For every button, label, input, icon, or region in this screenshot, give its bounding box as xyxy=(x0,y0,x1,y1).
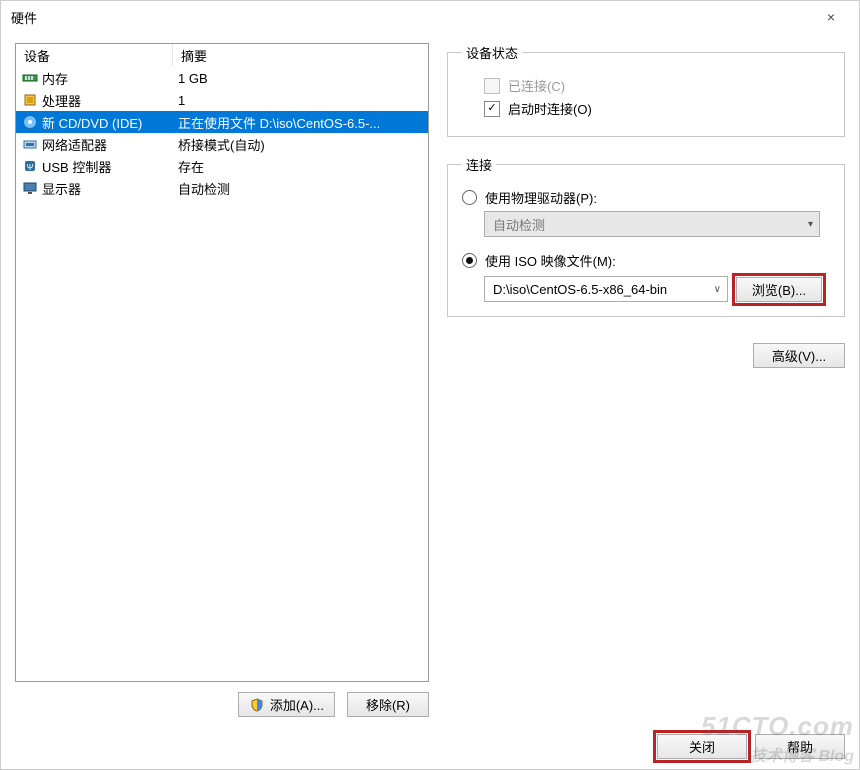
dialog-footer: 关闭 帮助 xyxy=(1,723,859,769)
device-label: 新 CD/DVD (IDE) xyxy=(42,113,142,132)
memory-icon xyxy=(22,70,38,86)
physical-drive-radio[interactable] xyxy=(462,190,477,205)
physical-drive-radio-row[interactable]: 使用物理驱动器(P): xyxy=(462,188,830,207)
device-summary: 桥接模式(自动) xyxy=(170,135,428,154)
device-list: 设备 摘要 内存 1 GB xyxy=(15,43,429,682)
device-label: 显示器 xyxy=(42,179,81,198)
hardware-settings-dialog: 硬件 × 设备 摘要 内存 1 GB xyxy=(0,0,860,770)
iso-path-select[interactable]: D:\iso\CentOS-6.5-x86_64-bin ∨ xyxy=(484,276,728,302)
connect-at-power-checkbox[interactable]: ✓ xyxy=(484,101,500,117)
device-summary: 1 GB xyxy=(170,71,428,86)
iso-radio[interactable] xyxy=(462,253,477,268)
advanced-button[interactable]: 高级(V)... xyxy=(753,343,845,368)
table-row[interactable]: 网络适配器 桥接模式(自动) xyxy=(16,133,428,155)
usb-icon: Ψ xyxy=(22,158,38,174)
display-icon xyxy=(22,180,38,196)
device-properties-pane: 设备状态 已连接(C) ✓ 启动时连接(O) 连接 使用物理驱动器(P): xyxy=(447,43,845,717)
physical-drive-value: 自动检测 xyxy=(493,215,545,234)
chevron-down-icon[interactable]: ∨ xyxy=(714,284,721,295)
connect-at-power-row[interactable]: ✓ 启动时连接(O) xyxy=(484,99,830,118)
remove-device-button[interactable]: 移除(R) xyxy=(347,692,429,717)
connection-legend: 连接 xyxy=(462,155,496,174)
device-summary: 正在使用文件 D:\iso\CentOS-6.5-... xyxy=(170,113,428,132)
header-device[interactable]: 设备 xyxy=(16,44,173,66)
remove-button-label: 移除(R) xyxy=(366,695,410,714)
connection-group: 连接 使用物理驱动器(P): 自动检测 ▾ 使用 ISO 映像文件(M): xyxy=(447,155,845,317)
list-header: 设备 摘要 xyxy=(16,44,428,67)
table-row[interactable]: 处理器 1 xyxy=(16,89,428,111)
table-row[interactable]: 显示器 自动检测 xyxy=(16,177,428,199)
iso-label: 使用 ISO 映像文件(M): xyxy=(485,251,616,270)
device-label: USB 控制器 xyxy=(42,157,111,176)
iso-path-value: D:\iso\CentOS-6.5-x86_64-bin xyxy=(493,282,667,297)
connect-at-power-label: 启动时连接(O) xyxy=(508,99,592,118)
device-list-buttons: 添加(A)... 移除(R) xyxy=(15,692,429,717)
physical-drive-select: 自动检测 ▾ xyxy=(484,211,820,237)
cpu-icon xyxy=(22,92,38,108)
add-button-label: 添加(A)... xyxy=(270,695,324,714)
shield-icon xyxy=(249,697,265,713)
content-area: 设备 摘要 内存 1 GB xyxy=(1,33,859,723)
device-label: 处理器 xyxy=(42,91,81,110)
window-title: 硬件 xyxy=(11,8,811,27)
titlebar: 硬件 × xyxy=(1,1,859,33)
help-button[interactable]: 帮助 xyxy=(755,734,845,759)
connected-checkbox xyxy=(484,78,500,94)
table-row[interactable]: Ψ USB 控制器 存在 xyxy=(16,155,428,177)
network-icon xyxy=(22,136,38,152)
device-label: 网络适配器 xyxy=(42,135,107,154)
svg-text:Ψ: Ψ xyxy=(27,163,34,172)
close-button-label: 关闭 xyxy=(689,737,715,756)
browse-button-label: 浏览(B)... xyxy=(752,280,806,299)
device-list-pane: 设备 摘要 内存 1 GB xyxy=(15,43,429,717)
chevron-down-icon: ▾ xyxy=(808,219,813,230)
help-button-label: 帮助 xyxy=(787,737,813,756)
table-row[interactable]: 新 CD/DVD (IDE) 正在使用文件 D:\iso\CentOS-6.5-… xyxy=(16,111,428,133)
connected-checkbox-row: 已连接(C) xyxy=(484,76,830,95)
table-row[interactable]: 内存 1 GB xyxy=(16,67,428,89)
close-button[interactable]: 关闭 xyxy=(657,734,747,759)
add-device-button[interactable]: 添加(A)... xyxy=(238,692,335,717)
device-status-legend: 设备状态 xyxy=(462,43,522,62)
device-summary: 自动检测 xyxy=(170,179,428,198)
device-label: 内存 xyxy=(42,69,68,88)
advanced-button-label: 高级(V)... xyxy=(772,346,826,365)
browse-button[interactable]: 浏览(B)... xyxy=(736,277,822,302)
iso-radio-row[interactable]: 使用 ISO 映像文件(M): xyxy=(462,251,830,270)
advanced-row: 高级(V)... xyxy=(447,343,845,368)
physical-drive-label: 使用物理驱动器(P): xyxy=(485,188,597,207)
disc-icon xyxy=(22,114,38,130)
header-summary[interactable]: 摘要 xyxy=(173,46,428,65)
window-close-button[interactable]: × xyxy=(811,5,851,29)
device-status-group: 设备状态 已连接(C) ✓ 启动时连接(O) xyxy=(447,43,845,137)
connected-label: 已连接(C) xyxy=(508,76,565,95)
device-summary: 存在 xyxy=(170,157,428,176)
device-summary: 1 xyxy=(170,93,428,108)
